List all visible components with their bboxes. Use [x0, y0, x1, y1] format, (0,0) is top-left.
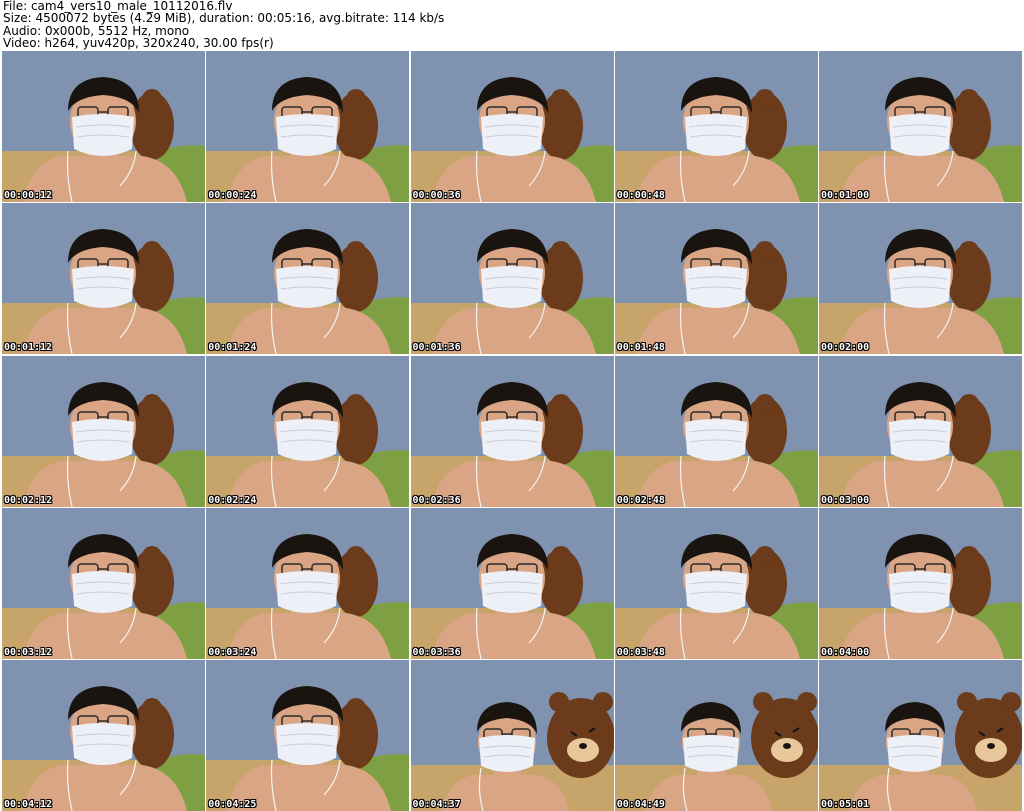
video-thumbnail: 00:00:24	[206, 51, 410, 202]
video-thumbnail: 00:01:00	[819, 51, 1022, 202]
frame-timestamp: 00:01:12	[4, 342, 53, 354]
file-size-line: Size: 4500072 bytes (4.29 MiB), duration…	[3, 11, 445, 26]
frame-timestamp: 00:02:12	[4, 494, 53, 506]
frame-image	[206, 355, 410, 507]
video-thumbnail: 00:00:48	[614, 51, 818, 202]
frame-image	[819, 51, 1022, 202]
frame-image	[819, 203, 1022, 355]
video-thumbnail: 00:02:48	[614, 355, 818, 507]
video-thumbnail: 00:01:24	[206, 203, 410, 355]
frame-image	[819, 355, 1022, 507]
frame-timestamp: 00:01:48	[616, 342, 665, 354]
frame-timestamp: 00:02:00	[821, 342, 870, 354]
video-thumbnail: 00:03:00	[819, 355, 1022, 507]
video-thumbnail: 00:02:24	[206, 355, 410, 507]
frame-timestamp: 00:01:24	[208, 342, 257, 354]
frame-timestamp: 00:04:12	[4, 799, 53, 810]
frame-timestamp: 00:00:48	[616, 190, 665, 201]
frame-timestamp: 00:04:49	[616, 799, 665, 810]
video-thumbnail: 00:01:12	[2, 203, 205, 355]
frame-image	[614, 660, 818, 811]
frame-timestamp: 00:00:36	[412, 190, 461, 201]
frame-image	[410, 355, 614, 507]
frame-image	[206, 51, 410, 202]
frame-timestamp: 00:04:25	[208, 799, 257, 810]
frame-timestamp: 00:03:12	[4, 646, 53, 658]
frame-timestamp: 00:02:24	[208, 494, 257, 506]
frame-image	[410, 660, 614, 811]
frame-timestamp: 00:03:24	[208, 646, 257, 658]
video-thumbnail: 00:02:00	[819, 203, 1022, 355]
frame-image	[2, 355, 205, 507]
frame-image	[819, 660, 1022, 811]
video-thumbnail: 00:02:12	[2, 355, 205, 507]
frame-image	[206, 203, 410, 355]
video-thumbnail: 00:04:25	[206, 660, 410, 811]
frame-timestamp: 00:00:24	[208, 190, 257, 201]
video-thumbnail: 00:00:36	[410, 51, 614, 202]
frame-timestamp: 00:03:36	[412, 646, 461, 658]
frame-image	[819, 507, 1022, 659]
frame-image	[2, 507, 205, 659]
video-thumbnail: 00:05:01	[819, 660, 1022, 811]
frame-image	[206, 660, 410, 811]
frame-timestamp: 00:02:36	[412, 494, 461, 506]
frame-image	[614, 507, 818, 659]
frame-image	[206, 507, 410, 659]
video-thumbnail: 00:04:00	[819, 507, 1022, 659]
video-thumbnail: 00:01:48	[614, 203, 818, 355]
video-thumbnail: 00:02:36	[410, 355, 614, 507]
frame-image	[410, 203, 614, 355]
frame-image	[614, 51, 818, 202]
frame-timestamp: 00:01:36	[412, 342, 461, 354]
video-thumbnail: 00:04:37	[410, 660, 614, 811]
video-thumbnail: 00:00:12	[2, 51, 205, 202]
frame-image	[410, 51, 614, 202]
thumbnail-grid: 00:00:12 00:00:24 00:00:36 00:00:48 00:0…	[2, 51, 1022, 811]
frame-image	[2, 51, 205, 202]
file-info-header: File: cam4_vers10_male_10112016.flv Size…	[3, 0, 1021, 50]
frame-image	[2, 660, 205, 811]
video-info-line: Video: h264, yuv420p, 320x240, 30.00 fps…	[3, 35, 274, 50]
frame-timestamp: 00:00:12	[4, 190, 53, 201]
video-thumbnail: 00:01:36	[410, 203, 614, 355]
frame-timestamp: 00:03:48	[616, 646, 665, 658]
frame-timestamp: 00:03:00	[821, 494, 870, 506]
frame-timestamp: 00:04:37	[412, 799, 461, 810]
frame-image	[2, 203, 205, 355]
frame-timestamp: 00:05:01	[821, 799, 870, 810]
video-thumbnail: 00:03:48	[614, 507, 818, 659]
frame-timestamp: 00:04:00	[821, 646, 870, 658]
video-thumbnail: 00:03:36	[410, 507, 614, 659]
frame-timestamp: 00:02:48	[616, 494, 665, 506]
frame-image	[410, 507, 614, 659]
frame-image	[614, 355, 818, 507]
frame-image	[614, 203, 818, 355]
video-thumbnail: 00:04:49	[614, 660, 818, 811]
video-thumbnail: 00:03:12	[2, 507, 205, 659]
video-thumbnail: 00:04:12	[2, 660, 205, 811]
frame-timestamp: 00:01:00	[821, 190, 870, 201]
video-thumbnail: 00:03:24	[206, 507, 410, 659]
